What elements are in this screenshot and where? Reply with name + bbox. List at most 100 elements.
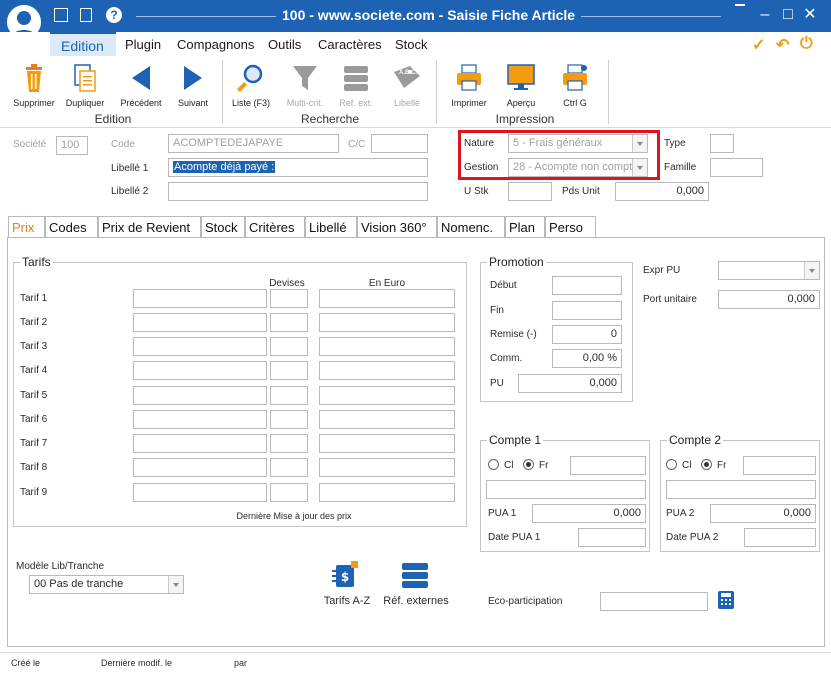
remise-field[interactable]: 0 (552, 325, 622, 344)
liste-button[interactable]: Liste (F3) (226, 62, 276, 108)
ustk-field[interactable] (508, 182, 552, 201)
tarif-3-input[interactable] (133, 337, 267, 356)
menu-caracteres[interactable]: Caractères (318, 37, 382, 52)
tab-plan[interactable]: Plan (505, 216, 545, 238)
precedent-button[interactable]: Précédent (116, 62, 166, 108)
compte1-radio-cl[interactable] (488, 459, 499, 470)
pu-field[interactable]: 0,000 (518, 374, 622, 393)
ref-externes-label[interactable]: Réf. externes (378, 595, 454, 607)
pin-icon[interactable] (735, 4, 745, 8)
monitor-icon[interactable] (54, 8, 68, 22)
eco-field[interactable] (600, 592, 708, 611)
tarif-4-input[interactable] (133, 361, 267, 380)
tab-codes[interactable]: Codes (45, 216, 98, 238)
tab-criteres[interactable]: Critères (245, 216, 305, 238)
compte1-cl-label: Cl (504, 460, 514, 471)
menu-outils[interactable]: Outils (268, 37, 301, 52)
close-button[interactable]: ✕ (801, 6, 819, 24)
modele-select[interactable]: 00 Pas de tranche (29, 575, 184, 594)
pua1-field[interactable]: 0,000 (532, 504, 646, 523)
menu-compagnons[interactable]: Compagnons (177, 37, 254, 52)
tab-prix[interactable]: Prix (8, 216, 45, 239)
pua2-field[interactable]: 0,000 (710, 504, 816, 523)
cc-field[interactable] (371, 134, 428, 153)
help-icon[interactable]: ? (106, 7, 122, 23)
tarif-1-devise[interactable] (270, 289, 308, 308)
compte2-code-field[interactable] (743, 456, 816, 475)
port-field[interactable]: 0,000 (718, 290, 820, 309)
tarif-7-input[interactable] (133, 434, 267, 453)
datepua1-field[interactable] (578, 528, 646, 547)
tarif-4-devise[interactable] (270, 361, 308, 380)
code-field[interactable]: ACOMPTEDEJAPAYE (168, 134, 339, 153)
compte2-title: Compte 2 (667, 433, 724, 447)
tarif-5-devise[interactable] (270, 386, 308, 405)
debut-field[interactable] (552, 276, 622, 295)
compte1-radio-fr[interactable] (523, 459, 534, 470)
tarif-6-devise[interactable] (270, 410, 308, 429)
power-icon[interactable]: ⏻ (800, 35, 813, 53)
tarif-4-euro[interactable] (319, 361, 455, 380)
ctrlg-button[interactable]: Ctrl G (550, 62, 600, 108)
compte2-name-field[interactable] (666, 480, 816, 499)
apercu-button[interactable]: Aperçu (496, 62, 546, 108)
tarif-5-euro[interactable] (319, 386, 455, 405)
compte1-name-field[interactable] (486, 480, 646, 499)
tarif-6-euro[interactable] (319, 410, 455, 429)
tarif-9-devise[interactable] (270, 483, 308, 502)
tab-vision-360[interactable]: Vision 360° (357, 216, 437, 238)
tarif-7-devise[interactable] (270, 434, 308, 453)
tarif-9-euro[interactable] (319, 483, 455, 502)
undo-arrow-icon[interactable]: ↶ (776, 35, 789, 55)
chevron-down-icon[interactable] (168, 576, 183, 593)
compte2-radio-cl[interactable] (666, 459, 677, 470)
exprpu-select[interactable] (718, 261, 820, 280)
compte1-code-field[interactable] (570, 456, 646, 475)
tab-libelle[interactable]: Libellé (305, 216, 357, 238)
maximize-button[interactable]: □ (779, 6, 797, 24)
tarif-8-euro[interactable] (319, 458, 455, 477)
tarif-2-euro[interactable] (319, 313, 455, 332)
tarif-8-devise[interactable] (270, 458, 308, 477)
chevron-down-icon[interactable] (804, 262, 819, 279)
tarif-5-input[interactable] (133, 386, 267, 405)
comm-field[interactable]: 0,00 % (552, 349, 622, 368)
datepua2-field[interactable] (744, 528, 816, 547)
tarif-8-input[interactable] (133, 458, 267, 477)
tarif-3-devise[interactable] (270, 337, 308, 356)
tarif-row-label: Tarif 9 (20, 487, 48, 498)
dupliquer-button[interactable]: Dupliquer (60, 62, 110, 108)
tarif-7-euro[interactable] (319, 434, 455, 453)
tarifs-az-button[interactable]: $ (330, 561, 358, 589)
menu-edition[interactable]: Edition (50, 32, 116, 56)
famille-field[interactable] (710, 158, 763, 177)
tab-perso[interactable]: Perso (545, 216, 596, 238)
tarif-9-input[interactable] (133, 483, 267, 502)
ref-externes-button[interactable] (401, 561, 429, 589)
calculator-icon[interactable] (718, 591, 734, 609)
menu-stock[interactable]: Stock (395, 37, 428, 52)
validate-check-icon[interactable]: ✓ (752, 35, 765, 55)
libelle2-field[interactable] (168, 182, 428, 201)
libelle-button[interactable]: A.B.C. Libellé (382, 62, 432, 108)
tab-stock[interactable]: Stock (201, 216, 245, 238)
minimize-button[interactable]: – (756, 6, 774, 24)
fin-field[interactable] (552, 301, 622, 320)
tab-prix-de-revient[interactable]: Prix de Revient (98, 216, 201, 238)
tarifs-az-label[interactable]: Tarifs A-Z (312, 595, 382, 607)
tarif-6-input[interactable] (133, 410, 267, 429)
menu-plugin[interactable]: Plugin (125, 37, 161, 52)
imprimer-button[interactable]: Imprimer (444, 62, 494, 108)
document-icon[interactable] (80, 8, 92, 22)
type-field[interactable] (710, 134, 734, 153)
suivant-button[interactable]: Suivant (168, 62, 218, 108)
tarif-2-input[interactable] (133, 313, 267, 332)
tarif-2-devise[interactable] (270, 313, 308, 332)
tarif-1-input[interactable] (133, 289, 267, 308)
tab-nomenc[interactable]: Nomenc. (437, 216, 505, 238)
libelle1-field[interactable]: Acompte déjà payé : (168, 158, 428, 177)
compte2-radio-fr[interactable] (701, 459, 712, 470)
pdsunit-field[interactable]: 0,000 (615, 182, 709, 201)
tarif-1-euro[interactable] (319, 289, 455, 308)
tarif-3-euro[interactable] (319, 337, 455, 356)
